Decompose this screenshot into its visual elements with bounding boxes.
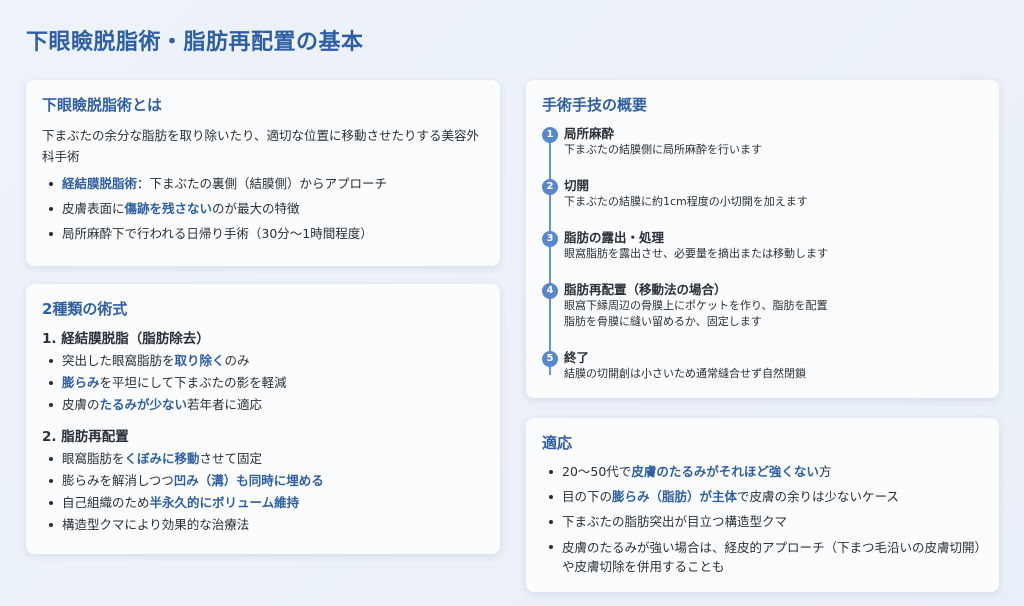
step-title: 脂肪の露出・処理: [564, 230, 665, 245]
type1-list: 突出した眼窩脂肪を取り除くのみ 膨らみを平坦にして下まぶたの影を軽減 皮膚のたる…: [42, 352, 484, 413]
about-heading: 下眼瞼脱脂術とは: [42, 96, 163, 114]
types-card: 2種類の術式 1. 経結膜脱脂（脂肪除去） 突出した眼窩脂肪を取り除くのみ 膨ら…: [26, 284, 500, 554]
step-desc: 眼窩下縁周辺の骨膜上にポケットを作り、脂肪を配置: [564, 299, 828, 312]
list-item: 皮膚のたるみが強い場合は、経皮的アプローチ（下まつ毛沿いの皮膚切開）や皮膚切除を…: [542, 538, 983, 576]
step-2: 2 切開 下まぶたの結膜に約1cm程度の小切開を加えます: [542, 177, 983, 229]
about-list: 経結膜脱脂術：下まぶたの裏側（結膜側）からアプローチ 皮膚表面に傷跡を残さないの…: [42, 175, 484, 242]
list-item: 皮膚表面に傷跡を残さないのが最大の特徴: [42, 200, 484, 217]
procedure-heading: 手術手技の概要: [542, 96, 648, 114]
step-title: 切開: [564, 178, 590, 193]
step-number-badge: 4: [542, 283, 558, 299]
list-item: 自己組織のため半永久的にボリューム維持: [42, 494, 484, 511]
step-title: 終了: [564, 350, 590, 365]
list-item: 突出した眼窩脂肪を取り除くのみ: [42, 352, 484, 369]
step-number-badge: 3: [542, 231, 558, 247]
about-card: 下眼瞼脱脂術とは 下まぶたの余分な脂肪を取り除いたり、適切な位置に移動させたりす…: [26, 80, 500, 266]
list-item: 局所麻酔下で行われる日帰り手術（30分〜1時間程度）: [42, 225, 484, 242]
indications-list: 20〜50代で皮膚のたるみがそれほど強くない方 目の下の膨らみ（脂肪）が主体で皮…: [542, 463, 983, 576]
step-desc: 眼窩脂肪を露出させ、必要量を摘出または移動します: [564, 247, 828, 260]
step-number-badge: 5: [542, 351, 558, 367]
list-item: 下まぶたの脂肪突出が目立つ構造型クマ: [542, 513, 983, 530]
procedure-card: 手術手技の概要 1 局所麻酔 下まぶたの結膜側に局所麻酔を行います 2 切開 下…: [526, 80, 999, 398]
step-number-badge: 1: [542, 127, 558, 143]
list-item: 構造型クマにより効果的な治療法: [42, 516, 484, 533]
list-item: 膨らみを解消しつつ凹み（溝）も同時に埋める: [42, 472, 484, 489]
list-item: 眼窩脂肪をくぼみに移動させて固定: [42, 450, 484, 467]
step-5: 5 終了 結膜の切開創は小さいため通常縫合せず自然閉鎖: [542, 349, 983, 401]
list-item: 膨らみを平坦にして下まぶたの影を軽減: [42, 374, 484, 391]
types-heading: 2種類の術式: [42, 300, 128, 318]
step-desc-2: 脂肪を骨膜に縫い留めるか、固定します: [564, 315, 762, 328]
list-item: 目の下の膨らみ（脂肪）が主体で皮膚の余りは少ないケース: [542, 488, 983, 505]
list-item: 皮膚のたるみが少ない若年者に適応: [42, 396, 484, 413]
page-title: 下眼瞼脱脂術・脂肪再配置の基本: [26, 30, 364, 55]
type2-list: 眼窩脂肪をくぼみに移動させて固定 膨らみを解消しつつ凹み（溝）も同時に埋める 自…: [42, 450, 484, 533]
step-desc: 下まぶたの結膜側に局所麻酔を行います: [564, 143, 762, 156]
step-1: 1 局所麻酔 下まぶたの結膜側に局所麻酔を行います: [542, 125, 983, 177]
indications-heading: 適応: [542, 434, 573, 452]
step-desc: 結膜の切開創は小さいため通常縫合せず自然閉鎖: [564, 367, 806, 380]
step-title: 局所麻酔: [564, 126, 615, 141]
step-title: 脂肪再配置（移動法の場合）: [564, 282, 727, 297]
step-number-badge: 2: [542, 179, 558, 195]
type2-title: 2. 脂肪再配置: [42, 429, 129, 445]
step-3: 3 脂肪の露出・処理 眼窩脂肪を露出させ、必要量を摘出または移動します: [542, 229, 983, 281]
list-item: 経結膜脱脂術：下まぶたの裏側（結膜側）からアプローチ: [42, 175, 484, 192]
about-intro: 下まぶたの余分な脂肪を取り除いたり、適切な位置に移動させたりする美容外科手術: [42, 128, 480, 164]
step-4: 4 脂肪再配置（移動法の場合） 眼窩下縁周辺の骨膜上にポケットを作り、脂肪を配置…: [542, 281, 983, 349]
type1-title: 1. 経結膜脱脂（脂肪除去）: [42, 331, 210, 347]
indications-card: 適応 20〜50代で皮膚のたるみがそれほど強くない方 目の下の膨らみ（脂肪）が主…: [526, 418, 999, 592]
list-item: 20〜50代で皮膚のたるみがそれほど強くない方: [542, 463, 983, 480]
steps-timeline: 1 局所麻酔 下まぶたの結膜側に局所麻酔を行います 2 切開 下まぶたの結膜に約…: [542, 125, 983, 401]
step-desc: 下まぶたの結膜に約1cm程度の小切開を加えます: [564, 195, 808, 208]
